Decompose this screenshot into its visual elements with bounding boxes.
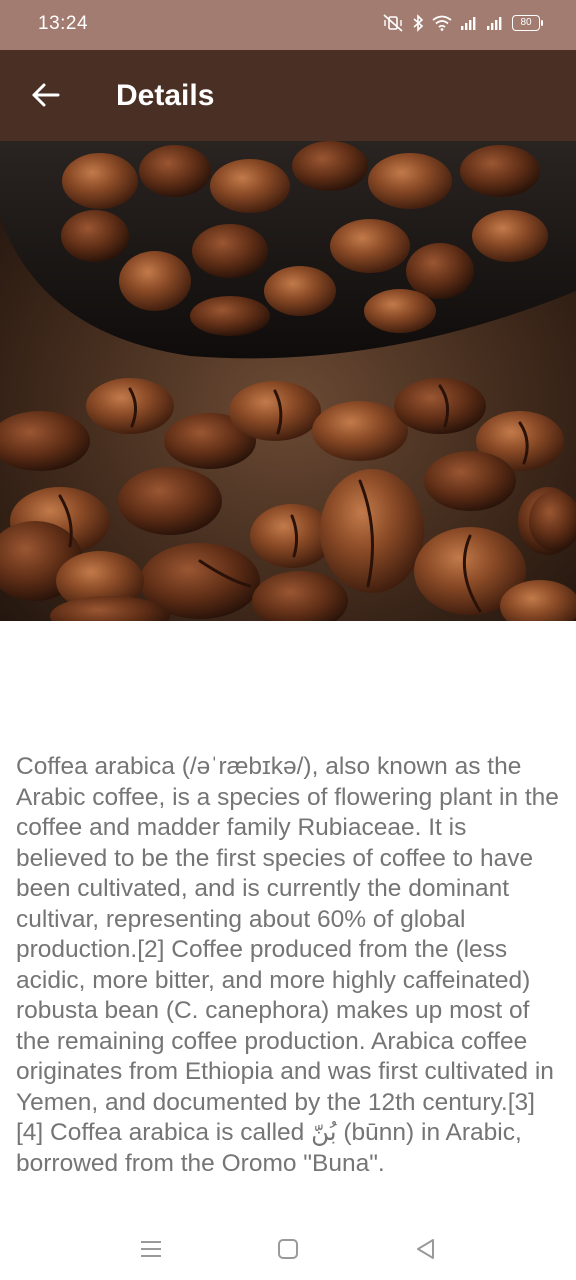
signal-icon xyxy=(461,17,476,30)
home-square-icon xyxy=(278,1239,298,1259)
back-triangle-icon xyxy=(417,1239,434,1259)
bluetooth-icon xyxy=(413,14,424,32)
status-icons: 80 xyxy=(382,14,543,32)
home-button[interactable] xyxy=(273,1234,303,1264)
coffee-beans-photo xyxy=(0,141,576,621)
arrow-left-icon xyxy=(32,83,60,107)
status-time: 13:24 xyxy=(38,13,89,34)
battery-level: 80 xyxy=(520,17,532,28)
description-text: Coffea arabica (/əˈræbɪkə/), also known … xyxy=(16,753,559,1177)
menu-icon xyxy=(141,1241,161,1257)
wifi-icon xyxy=(432,15,452,31)
vibrate-mute-icon xyxy=(383,14,403,32)
status-bar: 13:24 80 xyxy=(0,0,576,50)
recents-button[interactable] xyxy=(136,1234,166,1264)
page-title: Details xyxy=(116,79,215,112)
battery-icon: 80 xyxy=(512,15,543,31)
app-bar: Details xyxy=(0,50,576,141)
signal-icon xyxy=(487,17,502,30)
back-button[interactable] xyxy=(28,78,64,114)
nav-back-button[interactable] xyxy=(411,1234,441,1264)
system-nav-bar xyxy=(0,1220,576,1280)
